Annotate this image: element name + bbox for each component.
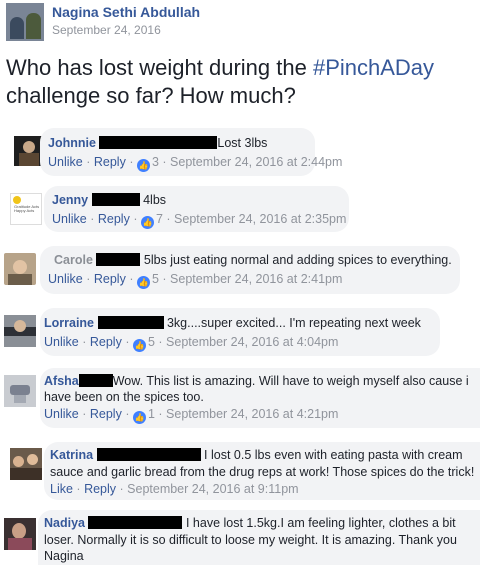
- redaction-bar: [91, 193, 140, 206]
- commenter-avatar[interactable]: [4, 518, 36, 550]
- like-count[interactable]: 5: [152, 272, 159, 286]
- unlike-link[interactable]: Unlike: [52, 212, 87, 226]
- redaction-bar: [88, 516, 183, 529]
- unlike-link[interactable]: Unlike: [44, 407, 79, 421]
- comment-text-line: have been on the spices too.: [44, 390, 204, 404]
- commenter-name[interactable]: Johnnie: [48, 136, 96, 150]
- like-count[interactable]: 3: [152, 155, 159, 169]
- commenter-avatar[interactable]: [4, 375, 36, 407]
- reply-link[interactable]: Reply: [84, 482, 116, 496]
- reply-link[interactable]: Reply: [90, 335, 122, 349]
- comment-text-line: Nagina: [44, 549, 84, 563]
- like-count[interactable]: 5: [148, 335, 155, 349]
- thumbs-up-icon: 👍: [136, 159, 150, 172]
- comment-actions: Unlike · Reply · 👍 3 · September 24, 2016…: [48, 155, 343, 172]
- comment-timestamp[interactable]: September 24, 2016 at 4:04pm: [166, 335, 338, 349]
- comment-timestamp[interactable]: September 24, 2016 at 2:35pm: [174, 212, 346, 226]
- comment-text: Carole 5lbs just eating normal and addin…: [54, 253, 452, 267]
- comment-text: Lorraine 3kg....super excited... I'm rep…: [44, 316, 421, 330]
- comment-actions: Unlike · Reply · 👍 5 · September 24, 2016…: [48, 272, 343, 289]
- like-count[interactable]: 7: [156, 212, 163, 226]
- hashtag-link[interactable]: #PinchADay: [313, 55, 434, 80]
- commenter-name[interactable]: Lorraine: [44, 316, 94, 330]
- redaction-bar: [78, 374, 113, 387]
- author-avatar[interactable]: [6, 3, 44, 41]
- comment-actions: Unlike · Reply · 👍 7 · September 24, 2016…: [52, 212, 347, 229]
- comment-actions: Unlike · Reply · 👍 5 · September 24, 2016…: [44, 335, 339, 352]
- comment: Gratitude Acts Happy Acts Jenny 4lbs Unl…: [0, 186, 480, 232]
- like-count[interactable]: 1: [148, 407, 155, 421]
- like-link[interactable]: Like: [50, 482, 73, 496]
- comment-timestamp[interactable]: September 24, 2016 at 4:21pm: [166, 407, 338, 421]
- commenter-name[interactable]: Jenny: [52, 193, 88, 207]
- commenter-avatar[interactable]: [4, 253, 36, 285]
- comment-text-line: sauce and garlic bread from the drug rep…: [50, 465, 475, 479]
- comment-text: Jenny 4lbs: [52, 193, 167, 207]
- comment-actions: Unlike · Reply · 👍 1 · September 24, 2016…: [44, 407, 339, 424]
- reply-link[interactable]: Reply: [98, 212, 130, 226]
- comment: Lorraine 3kg....super excited... I'm rep…: [0, 308, 480, 356]
- thumbs-up-icon: 👍: [132, 411, 146, 424]
- redaction-bar: [97, 316, 164, 329]
- post-text: Who has lost weight during the #PinchADa…: [6, 55, 435, 108]
- comment-timestamp[interactable]: September 24, 2016 at 2:41pm: [170, 272, 342, 286]
- comment: Afsha Wow. This list is amazing. Will hav…: [0, 368, 480, 428]
- thumbs-up-icon: 👍: [132, 339, 146, 352]
- redaction-bar: [96, 448, 201, 461]
- redaction-bar: [96, 253, 141, 266]
- commenter-name[interactable]: Carole: [54, 253, 93, 267]
- comment-actions: Like · Reply · September 24, 2016 at 9:1…: [50, 482, 299, 496]
- post-author-name[interactable]: Nagina Sethi Abdullah: [52, 4, 200, 20]
- comment-timestamp[interactable]: September 24, 2016 at 2:44pm: [170, 155, 342, 169]
- unlike-link[interactable]: Unlike: [48, 272, 83, 286]
- commenter-name[interactable]: Katrina: [50, 448, 93, 462]
- commenter-name[interactable]: Afsha: [44, 374, 79, 388]
- post-date[interactable]: September 24, 2016: [52, 23, 161, 37]
- commenter-avatar[interactable]: [4, 315, 36, 347]
- post-header: Nagina Sethi Abdullah September 24, 2016: [0, 0, 480, 50]
- redaction-bar: [99, 136, 218, 149]
- thumbs-up-icon: 👍: [140, 216, 154, 229]
- commenter-name[interactable]: Nadiya: [44, 516, 85, 530]
- reply-link[interactable]: Reply: [94, 272, 126, 286]
- comment: Johnnie Lost 3lbs Unlike · Reply · 👍 3 · …: [0, 128, 480, 176]
- comment-text: Katrina I lost 0.5 lbs even with eating …: [50, 448, 463, 462]
- comment: Nadiya I have lost 1.5kg.I am feeling li…: [0, 510, 480, 565]
- comment-text: Nadiya I have lost 1.5kg.I am feeling li…: [44, 516, 456, 530]
- unlike-link[interactable]: Unlike: [48, 155, 83, 169]
- comment-text-line: loser. Normally it is so difficult to lo…: [44, 533, 457, 547]
- commenter-avatar[interactable]: [10, 448, 42, 480]
- comment: Katrina I lost 0.5 lbs even with eating …: [0, 442, 480, 500]
- comment-timestamp[interactable]: September 24, 2016 at 9:11pm: [127, 482, 298, 496]
- unlike-link[interactable]: Unlike: [44, 335, 79, 349]
- reply-link[interactable]: Reply: [90, 407, 122, 421]
- thumbs-up-icon: 👍: [136, 276, 150, 289]
- avatar-caption: Gratitude Acts Happy Acts: [14, 204, 40, 213]
- comment: Carole 5lbs just eating normal and addin…: [0, 246, 480, 294]
- commenter-avatar[interactable]: Gratitude Acts Happy Acts: [10, 193, 42, 225]
- comment-text: Johnnie Lost 3lbs: [48, 136, 268, 150]
- reply-link[interactable]: Reply: [94, 155, 126, 169]
